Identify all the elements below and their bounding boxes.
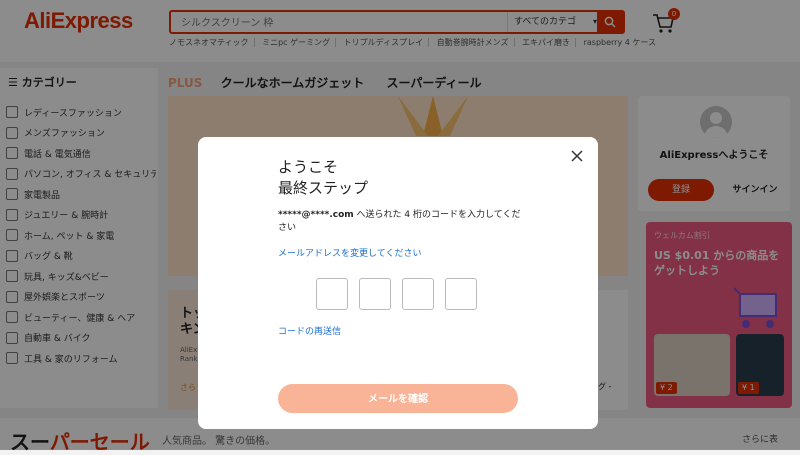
modal-title-line2: 最終ステップ — [278, 179, 369, 197]
modal-title-line1: ようこそ — [278, 158, 339, 176]
code-digit-input-1[interactable] — [316, 278, 348, 310]
close-icon[interactable] — [570, 149, 584, 163]
email-verification-modal: ようこそ 最終ステップ *****@****.com へ送られた 4 桁のコード… — [198, 137, 598, 429]
masked-email: *****@****.com — [278, 210, 354, 220]
code-digit-input-2[interactable] — [359, 278, 391, 310]
resend-code-link[interactable]: コードの再送信 — [278, 324, 341, 337]
code-digit-input-4[interactable] — [445, 278, 477, 310]
modal-title: ようこそ 最終ステップ — [278, 157, 368, 199]
code-digit-input-3[interactable] — [402, 278, 434, 310]
change-email-link[interactable]: メールアドレスを変更してください — [278, 246, 421, 259]
confirm-email-button[interactable]: メールを確認 — [278, 384, 518, 413]
modal-description: *****@****.com へ送られた 4 桁のコードを入力してください — [278, 209, 528, 235]
